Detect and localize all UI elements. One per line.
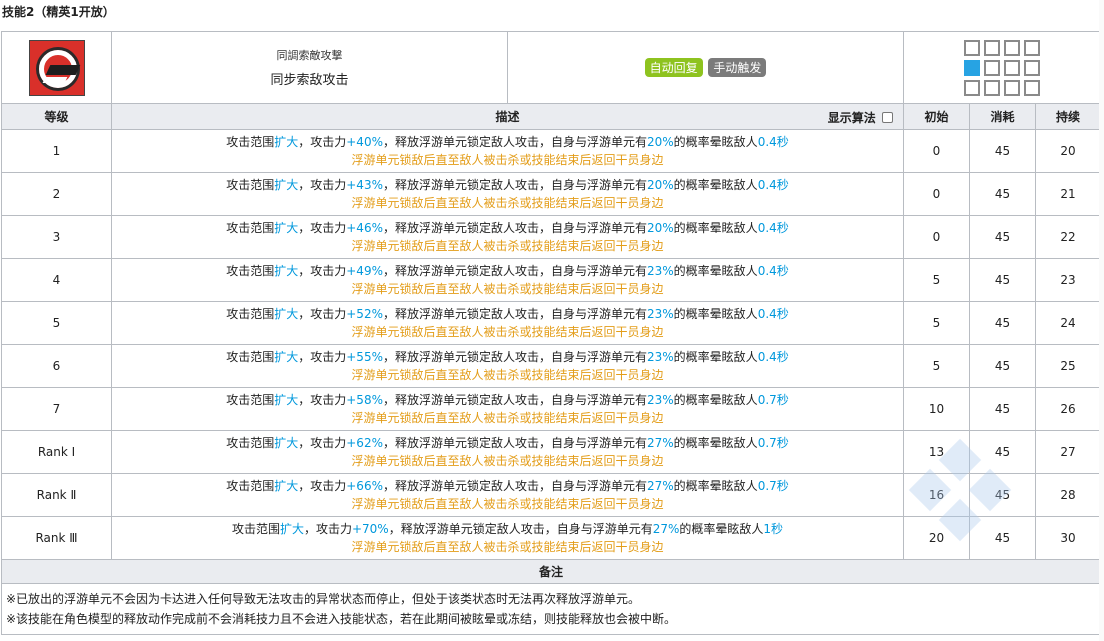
table-row: 7 攻击范围扩大，攻击力+58%，释放浮游单元锁定敌人攻击，自身与浮游单元有23… xyxy=(1,387,1102,431)
note-item: ※已放出的浮游单元不会因为卡达进入任何导致无法攻击的异常状态而停止，但处于该类状… xyxy=(6,592,641,606)
duration-cell: 22 xyxy=(1034,215,1102,259)
level-cell: 7 xyxy=(1,387,112,431)
initial-cell: 5 xyxy=(903,258,970,302)
initial-cell: 16 xyxy=(903,473,970,517)
duration-cell: 27 xyxy=(1034,430,1102,474)
page-edge xyxy=(1099,0,1104,641)
initial-cell: 5 xyxy=(903,301,970,345)
table-row: 4 攻击范围扩大，攻击力+49%，释放浮游单元锁定敌人攻击，自身与浮游单元有23… xyxy=(1,258,1102,302)
level-cell: Rank Ⅰ xyxy=(1,430,112,474)
show-formula-checkbox[interactable] xyxy=(882,112,893,123)
cost-cell: 45 xyxy=(969,129,1036,173)
table-row: Rank Ⅲ 攻击范围扩大，攻击力+70%，释放浮游单元锁定敌人攻击，自身与浮游… xyxy=(1,516,1102,560)
duration-cell: 28 xyxy=(1034,473,1102,517)
col-description: 描述 显示算法 xyxy=(111,103,904,130)
tag-manual-trigger: 手动触发 xyxy=(708,58,767,77)
duration-cell: 23 xyxy=(1034,258,1102,302)
duration-cell: 21 xyxy=(1034,172,1102,216)
description-cell: 攻击范围扩大，攻击力+62%，释放浮游单元锁定敌人攻击，自身与浮游单元有27%的… xyxy=(111,430,904,474)
description-cell: 攻击范围扩大，攻击力+55%，释放浮游单元锁定敌人攻击，自身与浮游单元有23%的… xyxy=(111,344,904,388)
description-cell: 攻击范围扩大，攻击力+66%，释放浮游单元锁定敌人攻击，自身与浮游单元有27%的… xyxy=(111,473,904,517)
cost-cell: 45 xyxy=(969,430,1036,474)
duration-cell: 20 xyxy=(1034,129,1102,173)
initial-cell: 0 xyxy=(903,172,970,216)
table-row: 1 攻击范围扩大，攻击力+40%，释放浮游单元锁定敌人攻击，自身与浮游单元有20… xyxy=(1,129,1102,173)
description-cell: 攻击范围扩大，攻击力+70%，释放浮游单元锁定敌人攻击，自身与浮游单元有27%的… xyxy=(111,516,904,560)
level-cell: 2 xyxy=(1,172,112,216)
cost-cell: 45 xyxy=(969,344,1036,388)
attack-range-grid xyxy=(964,39,1041,96)
description-cell: 攻击范围扩大，攻击力+46%，释放浮游单元锁定敌人攻击，自身与浮游单元有20%的… xyxy=(111,215,904,259)
initial-cell: 20 xyxy=(903,516,970,560)
cost-cell: 45 xyxy=(969,301,1036,345)
description-cell: 攻击范围扩大，攻击力+40%，释放浮游单元锁定敌人攻击，自身与浮游单元有20%的… xyxy=(111,129,904,173)
notes-title: 备注 xyxy=(0,559,1102,584)
table-row: 6 攻击范围扩大，攻击力+55%，释放浮游单元锁定敌人攻击，自身与浮游单元有23… xyxy=(1,344,1102,388)
skill-name-original: 同調索敵攻撃 xyxy=(276,49,343,62)
skill-tags-cell: 自动回复 手动触发 xyxy=(507,31,904,104)
show-formula-toggle[interactable]: 显示算法 xyxy=(828,109,893,126)
level-cell: 5 xyxy=(1,301,112,345)
level-cell: Rank Ⅲ xyxy=(1,516,112,560)
description-cell: 攻击范围扩大，攻击力+52%，释放浮游单元锁定敌人攻击，自身与浮游单元有23%的… xyxy=(111,301,904,345)
table-row: Rank Ⅰ 攻击范围扩大，攻击力+62%，释放浮游单元锁定敌人攻击，自身与浮游… xyxy=(1,430,1102,474)
initial-cell: 0 xyxy=(903,129,970,173)
skill-table: 同調索敵攻撃 同步索敌攻击 自动回复 手动触发 等级 描述 显示算法 初始 消耗… xyxy=(0,31,1102,635)
table-row: 2 攻击范围扩大，攻击力+43%，释放浮游单元锁定敌人攻击，自身与浮游单元有20… xyxy=(1,172,1102,216)
col-level: 等级 xyxy=(1,103,112,130)
notes-content: ※已放出的浮游单元不会因为卡达进入任何导致无法攻击的异常状态而停止，但处于该类状… xyxy=(0,583,1102,635)
col-description-label: 描述 xyxy=(495,110,520,124)
initial-cell: 10 xyxy=(903,387,970,431)
skill-icon xyxy=(28,39,85,96)
cost-cell: 45 xyxy=(969,258,1036,302)
col-duration: 持续 xyxy=(1034,103,1102,130)
initial-cell: 0 xyxy=(903,215,970,259)
cost-cell: 45 xyxy=(969,387,1036,431)
note-item: ※该技能在角色模型的释放动作完成前不会消耗技力且不会进入技能状态，若在此期间被眩… xyxy=(6,612,677,626)
attack-range-cell xyxy=(902,31,1102,104)
table-row: 3 攻击范围扩大，攻击力+46%，释放浮游单元锁定敌人攻击，自身与浮游单元有20… xyxy=(1,215,1102,259)
initial-cell: 13 xyxy=(903,430,970,474)
level-cell: Rank Ⅱ xyxy=(1,473,112,517)
col-cost: 消耗 xyxy=(969,103,1036,130)
col-initial: 初始 xyxy=(903,103,970,130)
level-cell: 6 xyxy=(1,344,112,388)
initial-cell: 5 xyxy=(903,344,970,388)
skill-name-cell: 同調索敵攻撃 同步索敌攻击 xyxy=(111,31,508,104)
level-cell: 1 xyxy=(1,129,112,173)
skill-name: 同步索敌攻击 xyxy=(270,73,349,88)
table-row: 5 攻击范围扩大，攻击力+52%，释放浮游单元锁定敌人攻击，自身与浮游单元有23… xyxy=(1,301,1102,345)
range-self-tile xyxy=(964,59,981,76)
duration-cell: 25 xyxy=(1034,344,1102,388)
table-row: Rank Ⅱ 攻击范围扩大，攻击力+66%，释放浮游单元锁定敌人攻击，自身与浮游… xyxy=(1,473,1102,517)
description-cell: 攻击范围扩大，攻击力+49%，释放浮游单元锁定敌人攻击，自身与浮游单元有23%的… xyxy=(111,258,904,302)
skill-icon-cell xyxy=(1,31,112,104)
level-cell: 3 xyxy=(1,215,112,259)
cost-cell: 45 xyxy=(969,473,1036,517)
duration-cell: 26 xyxy=(1034,387,1102,431)
cost-cell: 45 xyxy=(969,172,1036,216)
duration-cell: 30 xyxy=(1034,516,1102,560)
description-cell: 攻击范围扩大，攻击力+43%，释放浮游单元锁定敌人攻击，自身与浮游单元有20%的… xyxy=(111,172,904,216)
duration-cell: 24 xyxy=(1034,301,1102,345)
description-cell: 攻击范围扩大，攻击力+58%，释放浮游单元锁定敌人攻击，自身与浮游单元有23%的… xyxy=(111,387,904,431)
tag-auto-recovery: 自动回复 xyxy=(644,58,703,77)
level-cell: 4 xyxy=(1,258,112,302)
page-title: 技能2（精英1开放） xyxy=(2,5,115,19)
cost-cell: 45 xyxy=(969,516,1036,560)
cost-cell: 45 xyxy=(969,215,1036,259)
show-formula-label: 显示算法 xyxy=(827,111,876,125)
